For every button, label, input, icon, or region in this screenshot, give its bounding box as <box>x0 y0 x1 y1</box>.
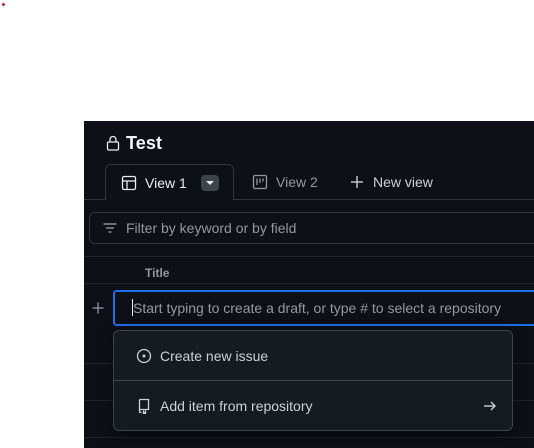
project-board: Test View 1 View 2 New view Filter by ke… <box>84 121 534 448</box>
tab-label: View 2 <box>276 174 318 190</box>
tab-view-2[interactable]: View 2 <box>252 164 318 200</box>
active-tab-gap <box>106 199 233 200</box>
project-title: Test <box>126 132 163 153</box>
new-view-button[interactable]: New view <box>349 164 433 200</box>
divider <box>84 256 534 257</box>
table-icon <box>121 175 137 191</box>
arrow-right-icon <box>482 398 498 414</box>
divider <box>84 283 534 284</box>
plus-icon <box>92 302 104 314</box>
menu-divider <box>114 380 512 381</box>
create-new-issue-item[interactable]: Create new issue <box>114 332 512 380</box>
filter-input[interactable]: Filter by keyword or by field <box>89 212 534 244</box>
tab-label: View 1 <box>145 174 187 191</box>
view-options-button[interactable] <box>200 174 219 191</box>
menu-item-label: Add item from repository <box>160 398 313 414</box>
lock-icon <box>106 135 120 151</box>
triangle-down-icon <box>205 180 215 186</box>
project-header: Test <box>106 131 162 155</box>
add-item-menu: Create new issue Add item from repositor… <box>113 330 513 431</box>
new-view-label: New view <box>373 174 433 190</box>
text-caret <box>132 299 133 316</box>
view-tabs: View 1 View 2 New view <box>84 164 534 200</box>
divider <box>84 437 534 438</box>
repo-icon <box>136 398 152 414</box>
screenshot-stage: Test View 1 View 2 New view Filter by ke… <box>0 0 534 448</box>
menu-item-label: Create new issue <box>160 348 269 364</box>
draft-item-input[interactable] <box>113 290 534 326</box>
status-dot <box>2 3 5 6</box>
issue-opened-icon <box>136 348 152 364</box>
add-from-repository-item[interactable]: Add item from repository <box>114 382 512 430</box>
column-header-title[interactable]: Title <box>145 266 169 280</box>
plus-icon <box>349 174 365 190</box>
filter-placeholder: Filter by keyword or by field <box>126 220 297 236</box>
add-item-button[interactable] <box>88 296 108 320</box>
tab-view-1[interactable]: View 1 <box>105 164 234 200</box>
board-icon <box>252 174 268 190</box>
filter-icon <box>102 220 118 236</box>
